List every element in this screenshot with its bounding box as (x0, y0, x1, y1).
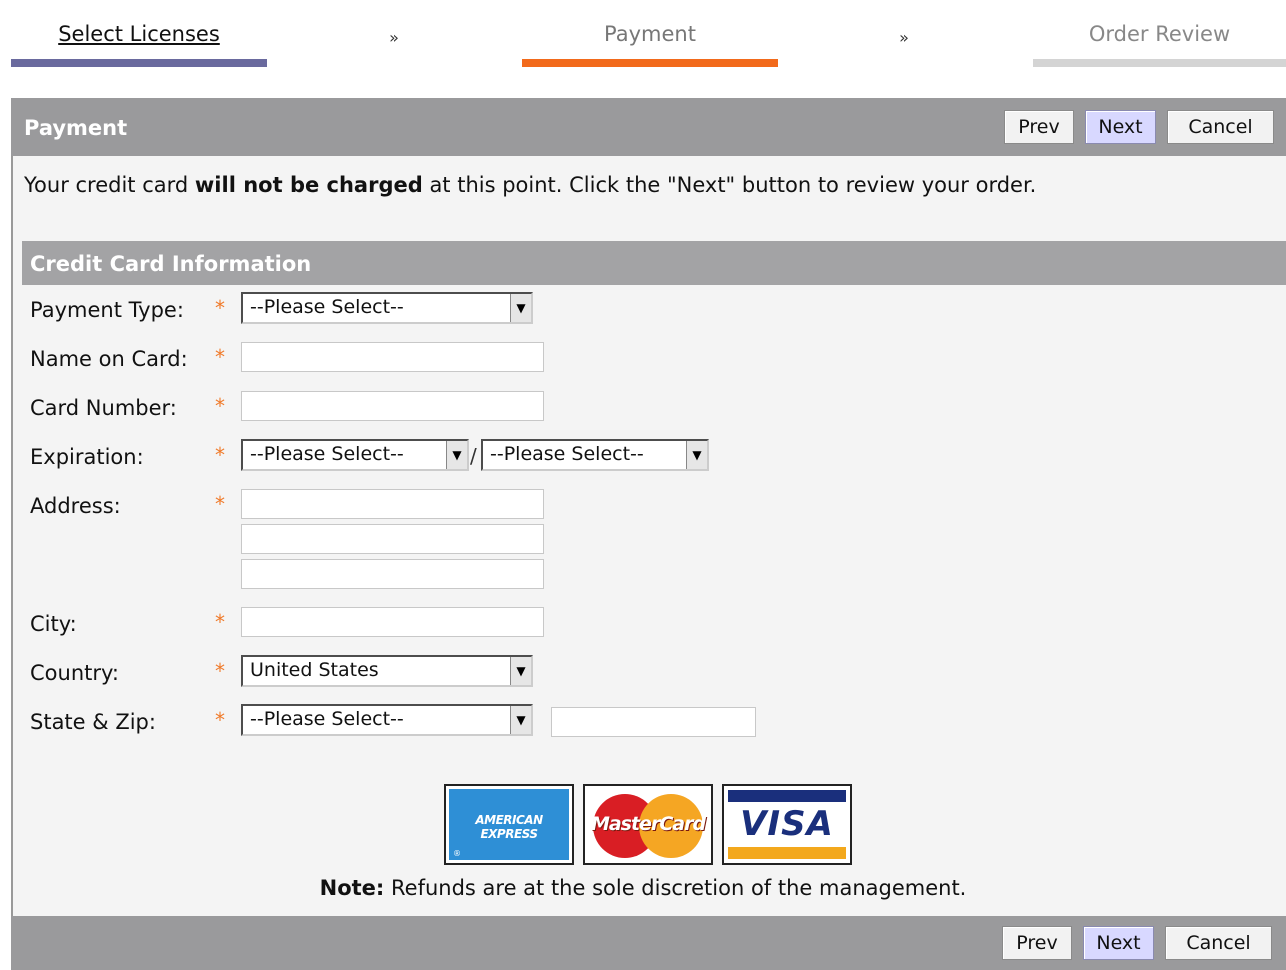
expiration-month-select[interactable]: --Please Select-- ▼ (241, 439, 469, 471)
zip-field[interactable] (551, 707, 756, 737)
expiration-year-value: --Please Select-- (490, 443, 644, 465)
amex-line2: EXPRESS (480, 827, 538, 841)
visa-logo: VISA (722, 784, 852, 865)
payment-type-select[interactable]: --Please Select-- ▼ (241, 292, 533, 324)
expiration-year-select[interactable]: --Please Select-- ▼ (481, 439, 709, 471)
state-value: --Please Select-- (250, 708, 404, 730)
card-number-label: Card Number: (30, 396, 177, 420)
panel-footer: Prev Next Cancel (11, 916, 1286, 970)
dropdown-arrow-icon[interactable]: ▼ (510, 706, 531, 734)
dropdown-arrow-icon[interactable]: ▼ (446, 441, 467, 469)
city-field[interactable] (241, 607, 544, 637)
step-payment-label: Payment (604, 22, 696, 46)
cancel-button[interactable]: Cancel (1167, 110, 1274, 144)
step-order-review: Order Review (1033, 22, 1286, 67)
amex-logo-text: AMERICAN EXPRESS (449, 813, 569, 841)
intro-text-bold: will not be charged (194, 173, 423, 197)
state-zip-label: State & Zip: (30, 710, 156, 734)
step-payment-bar (522, 59, 778, 67)
next-button[interactable]: Next (1085, 110, 1156, 144)
address-line3-field[interactable] (241, 559, 544, 589)
required-asterisk-icon: * (215, 659, 225, 683)
required-asterisk-icon: * (215, 443, 225, 467)
page-title: Payment (24, 116, 128, 140)
state-select[interactable]: --Please Select-- ▼ (241, 704, 533, 736)
payment-type-label: Payment Type: (30, 298, 184, 322)
step-select-licenses-link[interactable]: Select Licenses (58, 22, 220, 46)
mastercard-logo-text: MasterCard (590, 813, 706, 835)
cancel-button[interactable]: Cancel (1165, 926, 1272, 960)
amex-logo-background: AMERICAN EXPRESS ® (449, 789, 569, 860)
note-label: Note: (319, 876, 385, 900)
refund-note: Note: Refunds are at the sole discretion… (0, 876, 1286, 900)
card-number-field[interactable] (241, 391, 544, 421)
name-on-card-label: Name on Card: (30, 347, 188, 371)
address-label: Address: (30, 494, 121, 518)
required-asterisk-icon: * (215, 345, 225, 369)
amex-line1: AMERICAN (475, 813, 543, 827)
visa-logo-text: VISA (740, 804, 834, 844)
intro-message: Your credit card will not be charged at … (24, 173, 1036, 197)
prev-button[interactable]: Prev (1002, 926, 1072, 960)
step-separator-icon: » (899, 28, 909, 47)
step-payment: Payment (522, 22, 778, 67)
prev-button[interactable]: Prev (1004, 110, 1074, 144)
expiration-separator: / (470, 444, 477, 468)
section-header: Credit Card Information (22, 241, 1286, 285)
note-text: Refunds are at the sole discretion of th… (384, 876, 967, 900)
address-line1-field[interactable] (241, 489, 544, 519)
visa-gold-stripe (728, 847, 846, 859)
step-select-licenses-bar (11, 59, 267, 67)
required-asterisk-icon: * (215, 708, 225, 732)
step-separator-icon: » (389, 28, 399, 47)
city-label: City: (30, 612, 77, 636)
amex-registered-mark: ® (453, 849, 461, 858)
step-select-licenses[interactable]: Select Licenses (11, 22, 267, 67)
country-select[interactable]: United States ▼ (241, 655, 533, 687)
required-asterisk-icon: * (215, 492, 225, 516)
dropdown-arrow-icon[interactable]: ▼ (510, 294, 531, 322)
dropdown-arrow-icon[interactable]: ▼ (510, 657, 531, 685)
intro-text-after: at this point. Click the "Next" button t… (422, 173, 1037, 197)
name-on-card-field[interactable] (241, 342, 544, 372)
step-order-review-label: Order Review (1088, 22, 1231, 46)
payment-type-value: --Please Select-- (250, 296, 404, 318)
country-value: United States (250, 659, 379, 681)
required-asterisk-icon: * (215, 610, 225, 634)
expiration-label: Expiration: (30, 445, 144, 469)
panel-header: Payment Prev Next Cancel (11, 98, 1286, 156)
visa-blue-stripe (728, 790, 846, 802)
mastercard-logo: MasterCard (583, 784, 713, 865)
country-label: Country: (30, 661, 119, 685)
dropdown-arrow-icon[interactable]: ▼ (686, 441, 707, 469)
expiration-month-value: --Please Select-- (250, 443, 404, 465)
required-asterisk-icon: * (215, 394, 225, 418)
required-asterisk-icon: * (215, 296, 225, 320)
step-order-review-bar (1033, 59, 1286, 67)
address-line2-field[interactable] (241, 524, 544, 554)
intro-text-before: Your credit card (24, 173, 195, 197)
amex-logo: AMERICAN EXPRESS ® (444, 784, 574, 865)
next-button[interactable]: Next (1083, 926, 1154, 960)
